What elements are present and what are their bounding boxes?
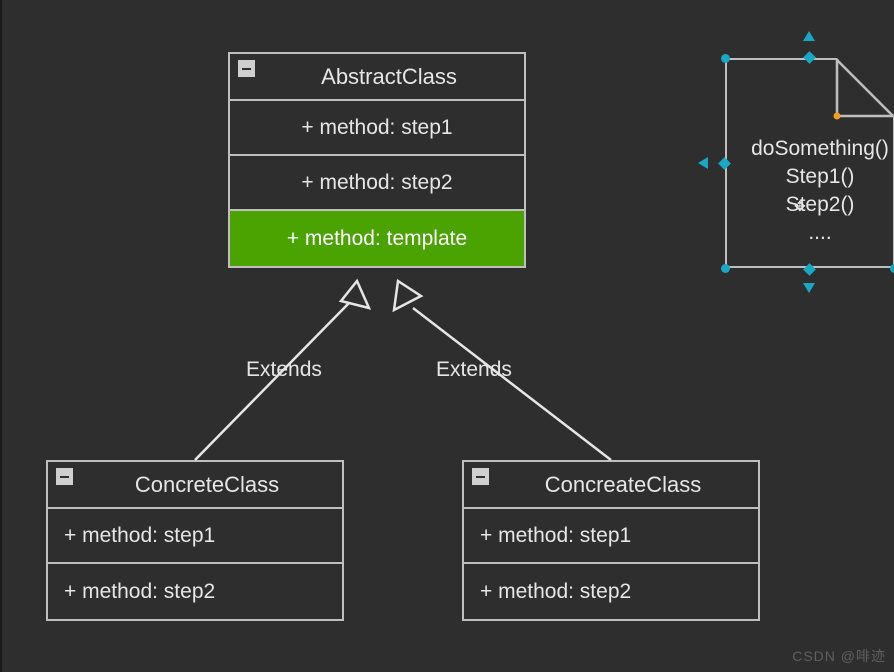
class-row[interactable]: + method: step1 [48,509,342,564]
class-row[interactable]: + method: step2 [48,564,342,619]
collapse-icon[interactable] [472,468,489,485]
class-row[interactable]: + method: step2 [230,156,524,211]
uml-class-concrete1[interactable]: ConcreteClass + method: step1 + method: … [46,460,344,621]
class-row[interactable]: + method: step1 [464,509,758,564]
class-row[interactable]: + method: step1 [230,101,524,156]
selection-arrow-left[interactable] [698,157,708,169]
class-row-template[interactable]: + method: template [230,211,524,266]
note-line: Step2() [786,193,855,216]
note-line: Step1() [786,165,855,188]
note-line: doSomething() [751,137,889,160]
uml-note[interactable]: doSomething() Step1() Step2() .... [720,53,894,273]
extends-label-right: Extends [436,358,512,382]
selection-handle[interactable] [890,264,894,273]
note-line: .... [808,221,831,244]
class-title: ConcreateClass [464,472,758,498]
class-header[interactable]: AbstractClass [230,54,524,101]
uml-class-concrete2[interactable]: ConcreateClass + method: step1 + method:… [462,460,760,621]
selection-handle[interactable] [721,264,730,273]
selection-arrow-down[interactable] [803,283,815,293]
class-header[interactable]: ConcreteClass [48,462,342,509]
class-title: AbstractClass [230,64,524,90]
canvas-left-edge [0,0,2,672]
selection-arrow-up[interactable] [803,31,815,41]
class-row[interactable]: + method: step2 [464,564,758,619]
note-text: doSomething() Step1() Step2() .... [725,135,894,247]
class-title: ConcreteClass [48,472,342,498]
extends-label-left: Extends [246,358,322,382]
collapse-icon[interactable] [238,60,255,77]
watermark: CSDN @啡迹 [792,646,886,666]
class-header[interactable]: ConcreateClass [464,462,758,509]
collapse-icon[interactable] [56,468,73,485]
uml-class-abstract[interactable]: AbstractClass + method: step1 + method: … [228,52,526,268]
selection-handle[interactable] [721,54,730,63]
